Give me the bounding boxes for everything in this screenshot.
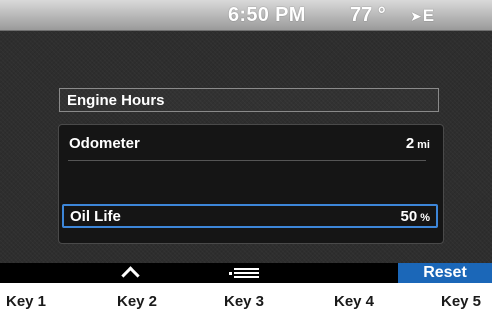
- menu-line: [234, 276, 259, 278]
- menu-softkey[interactable]: [225, 263, 265, 283]
- engine-hours-label: Engine Hours: [67, 92, 165, 109]
- softkey-bar: Reset: [0, 263, 492, 283]
- menu-line: [234, 272, 259, 274]
- odometer-unit: mi: [417, 139, 430, 151]
- compass-heading-label: E: [422, 6, 435, 25]
- oil-life-unit: %: [420, 212, 430, 224]
- odometer-label: Odometer: [69, 135, 140, 152]
- outside-temperature: 77 °: [350, 4, 386, 26]
- key-4-label: Key 4: [334, 293, 375, 310]
- hardware-key-labels: Key 1 Key 2 Key 3 Key 4 Key 5: [0, 290, 492, 313]
- menu-item-oil-life[interactable]: Oil Life 50%: [62, 204, 438, 228]
- scroll-up-softkey[interactable]: [118, 263, 142, 283]
- compass-heading: ➤E: [410, 6, 434, 26]
- chevron-up-icon: [121, 266, 140, 283]
- divider: [68, 160, 426, 161]
- menu-line: [234, 268, 259, 270]
- key-3-label: Key 3: [224, 293, 265, 310]
- reset-softkey[interactable]: Reset: [398, 263, 492, 283]
- oil-life-number: 50: [400, 208, 418, 225]
- menu-dot: [229, 272, 232, 275]
- heading-arrow-icon: ➤: [410, 8, 422, 24]
- key-5-label: Key 5: [441, 293, 482, 310]
- key-1-label: Key 1: [6, 293, 47, 310]
- display-screen: 6:50 PM 77 ° ➤E Engine Hours Odometer 2m…: [0, 0, 492, 283]
- odometer-number: 2: [405, 135, 415, 152]
- oil-life-label: Oil Life: [70, 208, 121, 225]
- odometer-value: 2 mi: [406, 135, 430, 152]
- status-bar: 6:50 PM 77 ° ➤E: [0, 0, 492, 31]
- menu-item-engine-hours[interactable]: Engine Hours: [59, 88, 439, 112]
- key-2-label: Key 2: [117, 293, 158, 310]
- oil-life-value: 50%: [401, 208, 430, 225]
- menu-item-odometer[interactable]: Odometer 2 mi: [62, 132, 438, 160]
- clock: 6:50 PM: [228, 4, 306, 26]
